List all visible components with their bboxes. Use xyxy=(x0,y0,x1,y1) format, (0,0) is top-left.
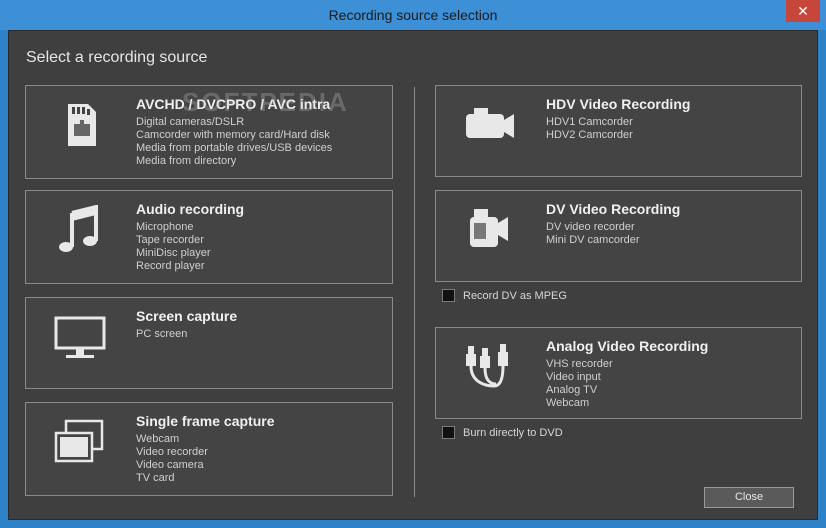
monitor-icon xyxy=(54,316,106,358)
source-screen-capture[interactable]: Screen capture PC screen xyxy=(25,297,393,389)
source-dv[interactable]: DV Video Recording DV video recorder Min… xyxy=(435,190,802,282)
card-title: Audio recording xyxy=(136,201,245,217)
card-line: HDV2 Camcorder xyxy=(546,129,633,141)
card-title: Single frame capture xyxy=(136,413,275,429)
title-bar: Recording source selection ✕ xyxy=(0,0,826,30)
card-line: HDV1 Camcorder xyxy=(546,116,633,128)
frames-icon xyxy=(54,419,104,463)
sd-card-icon xyxy=(68,104,96,146)
card-line: Webcam xyxy=(136,433,180,445)
card-line: Video camera xyxy=(136,459,204,471)
window-title: Recording source selection xyxy=(328,7,498,23)
checkbox-label: Record DV as MPEG xyxy=(463,289,567,302)
card-line: Microphone xyxy=(136,221,194,233)
card-line: VHS recorder xyxy=(546,358,613,370)
music-note-icon xyxy=(59,205,98,252)
close-button[interactable]: Close xyxy=(704,487,794,508)
dialog-window: Recording source selection ✕ Select a re… xyxy=(0,0,826,528)
hdv-camera-icon xyxy=(466,108,514,138)
column-divider xyxy=(414,87,415,497)
card-line: Camcorder with memory card/Hard disk xyxy=(136,129,330,141)
card-line: PC screen xyxy=(136,328,188,340)
card-line: DV video recorder xyxy=(546,221,635,233)
card-line: Media from directory xyxy=(136,155,237,167)
card-title: Screen capture xyxy=(136,308,238,324)
checkbox-label: Burn directly to DVD xyxy=(463,426,563,439)
card-title: HDV Video Recording xyxy=(546,96,691,112)
card-line: Mini DV camcorder xyxy=(546,234,640,246)
card-line: Analog TV xyxy=(546,384,598,396)
card-line: Video recorder xyxy=(136,446,208,458)
page-title: Select a recording source xyxy=(26,49,208,66)
checkbox-box[interactable] xyxy=(442,426,455,439)
burn-to-dvd-checkbox[interactable]: Burn directly to DVD xyxy=(442,426,563,439)
card-title: Analog Video Recording xyxy=(546,338,709,354)
source-hdv[interactable]: HDV Video Recording HDV1 Camcorder HDV2 … xyxy=(435,85,802,177)
source-single-frame[interactable]: Single frame capture Webcam Video record… xyxy=(25,402,393,496)
card-line: Tape recorder xyxy=(136,234,204,246)
card-line: Media from portable drives/USB devices xyxy=(136,142,333,154)
card-line: Webcam xyxy=(546,397,590,409)
card-line: Record player xyxy=(136,260,205,272)
dv-camera-icon xyxy=(470,209,508,247)
av-cable-icon xyxy=(466,344,508,388)
source-analog[interactable]: Analog Video Recording VHS recorder Vide… xyxy=(435,327,802,419)
card-line: MiniDisc player xyxy=(136,247,211,259)
record-dv-as-mpeg-checkbox[interactable]: Record DV as MPEG xyxy=(442,289,567,302)
card-title: DV Video Recording xyxy=(546,201,681,217)
source-audio[interactable]: Audio recording Microphone Tape recorder… xyxy=(25,190,393,284)
window-close-button[interactable]: ✕ xyxy=(786,0,820,22)
watermark: SOFTPEDIA xyxy=(182,87,349,117)
card-line: Video input xyxy=(546,371,601,383)
checkbox-box[interactable] xyxy=(442,289,455,302)
card-line: TV card xyxy=(136,472,175,484)
dialog-content: Select a recording source AVCHD / DVCPRO… xyxy=(8,30,818,520)
